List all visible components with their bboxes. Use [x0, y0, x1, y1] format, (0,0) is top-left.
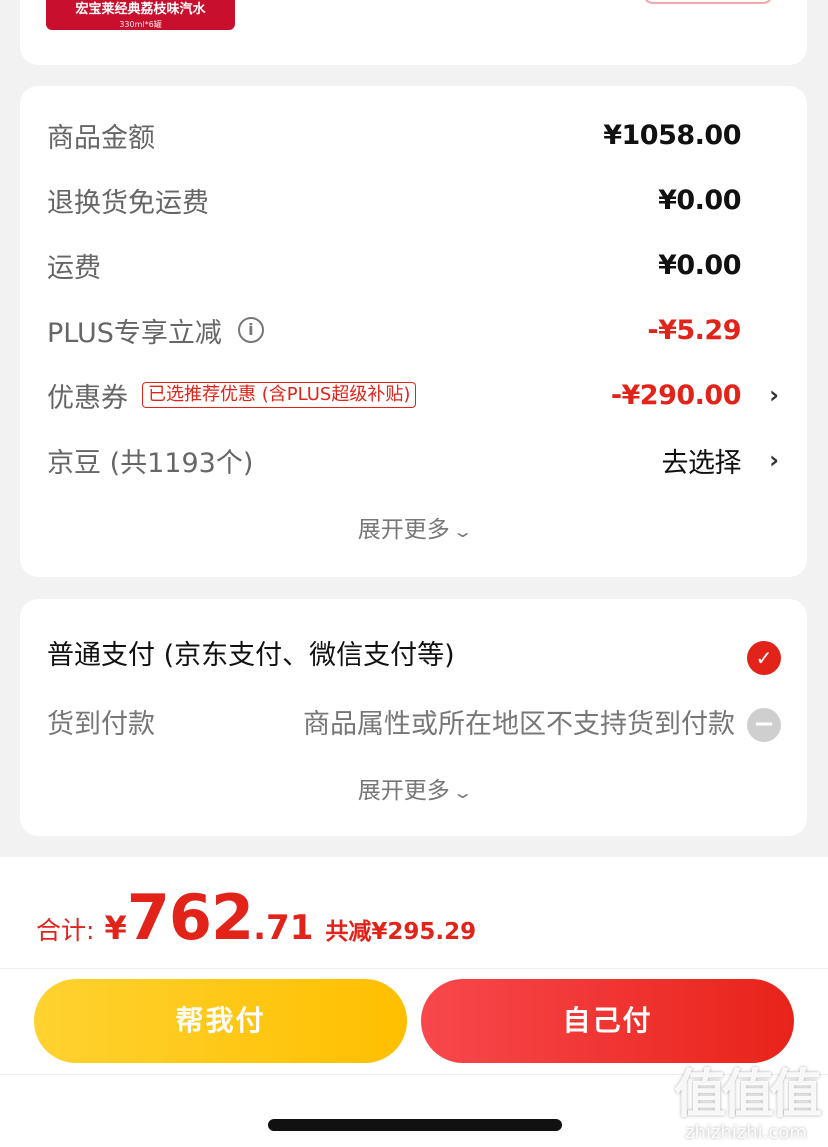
plus-discount-label-group: PLUS专享立减 i	[47, 311, 264, 350]
home-indicator[interactable]	[268, 1119, 562, 1131]
total-integer: 762	[126, 881, 254, 954]
product-action-button[interactable]	[643, 0, 773, 4]
coupon-tag: 已选推荐优惠 (含PLUS超级补贴)	[142, 382, 417, 408]
plus-discount-value: -¥5.29	[647, 314, 741, 346]
order-total: 合计: ¥ 762 .71 共减¥295.29	[36, 881, 476, 954]
cod-unavailable-note: 商品属性或所在地区不支持货到付款	[303, 709, 735, 740]
total-label: 合计:	[36, 916, 95, 945]
product-card: 宏宝莱经典荔枝味汽水 330ml*6罐	[20, 0, 807, 65]
jingdou-value: 去选择	[661, 447, 742, 479]
chevron-down-icon: ⌄	[451, 783, 474, 802]
checkout-bottom-bar: 合计: ¥ 762 .71 共减¥295.29 帮我付 自己付 值值值 zhiz…	[0, 857, 828, 1147]
shipping-label: 运费	[47, 252, 101, 284]
row-shipping: 运费 ¥0.00	[20, 240, 807, 290]
payment-option-normal[interactable]: 普通支付 (京东支付、微信支付等) ✓	[20, 625, 807, 675]
help-pay-button[interactable]: 帮我付	[34, 979, 407, 1063]
shipping-value: ¥0.00	[658, 249, 741, 281]
goods-amount-label: 商品金额	[47, 122, 155, 154]
plus-discount-label: PLUS专享立减	[47, 317, 222, 349]
chevron-right-icon[interactable]: ›	[769, 446, 779, 474]
coupon-value: -¥290.00	[610, 379, 742, 411]
expand-more-price[interactable]: 展开更多 ⌄	[20, 510, 807, 544]
self-pay-button[interactable]: 自己付	[421, 979, 794, 1063]
product-spec: 330ml*6罐	[119, 20, 162, 29]
goods-amount-value: ¥1058.00	[603, 119, 741, 151]
expand-more-label: 展开更多	[357, 778, 450, 804]
watermark-logo: 值值值	[673, 1065, 822, 1125]
coupon-label-group: 优惠券 已选推荐优惠 (含PLUS超级补贴)	[47, 376, 417, 415]
row-jingdou[interactable]: 京豆 (共1193个) 去选择 ›	[20, 435, 807, 485]
row-coupon[interactable]: 优惠券 已选推荐优惠 (含PLUS超级补贴) -¥290.00 ›	[20, 370, 807, 420]
return-shipping-value: ¥0.00	[658, 184, 741, 216]
chevron-down-icon: ⌄	[451, 522, 474, 541]
checkout-page: 宏宝莱经典荔枝味汽水 330ml*6罐 商品金额 ¥1058.00 退换货免运费…	[0, 0, 828, 1147]
payment-method-card: 普通支付 (京东支付、微信支付等) ✓ 货到付款 商品属性或所在地区不支持货到付…	[20, 599, 807, 836]
row-goods-amount: 商品金额 ¥1058.00	[20, 110, 807, 160]
product-name: 宏宝莱经典荔枝味汽水	[75, 2, 206, 17]
total-currency: ¥	[104, 909, 127, 947]
expand-more-label: 展开更多	[357, 517, 450, 543]
total-saved: 共减¥295.29	[325, 919, 477, 945]
chevron-right-icon[interactable]: ›	[769, 381, 779, 409]
row-plus-discount: PLUS专享立减 i -¥5.29	[20, 305, 807, 355]
normal-pay-label: 普通支付 (京东支付、微信支付等)	[47, 640, 455, 671]
divider	[0, 968, 828, 969]
info-icon[interactable]: i	[237, 317, 264, 343]
expand-more-payment[interactable]: 展开更多 ⌄	[20, 771, 807, 805]
cod-label: 货到付款	[47, 709, 155, 740]
payment-option-cod: 货到付款 商品属性或所在地区不支持货到付款 −	[20, 694, 807, 744]
product-label: 宏宝莱经典荔枝味汽水 330ml*6罐	[46, 0, 235, 30]
disabled-circle-icon: −	[747, 708, 781, 742]
check-circle-icon[interactable]: ✓	[747, 641, 781, 675]
total-decimal: .71	[253, 908, 314, 948]
coupon-label: 优惠券	[47, 382, 128, 414]
row-return-shipping: 退换货免运费 ¥0.00	[20, 175, 807, 225]
watermark: 值值值 zhizhizhi.com	[673, 1065, 822, 1143]
jingdou-label: 京豆 (共1193个)	[47, 447, 254, 479]
price-summary-card: 商品金额 ¥1058.00 退换货免运费 ¥0.00 运费 ¥0.00 PLUS…	[20, 86, 807, 577]
watermark-site: zhizhizhi.com	[685, 1122, 807, 1143]
return-shipping-label: 退换货免运费	[47, 187, 209, 219]
